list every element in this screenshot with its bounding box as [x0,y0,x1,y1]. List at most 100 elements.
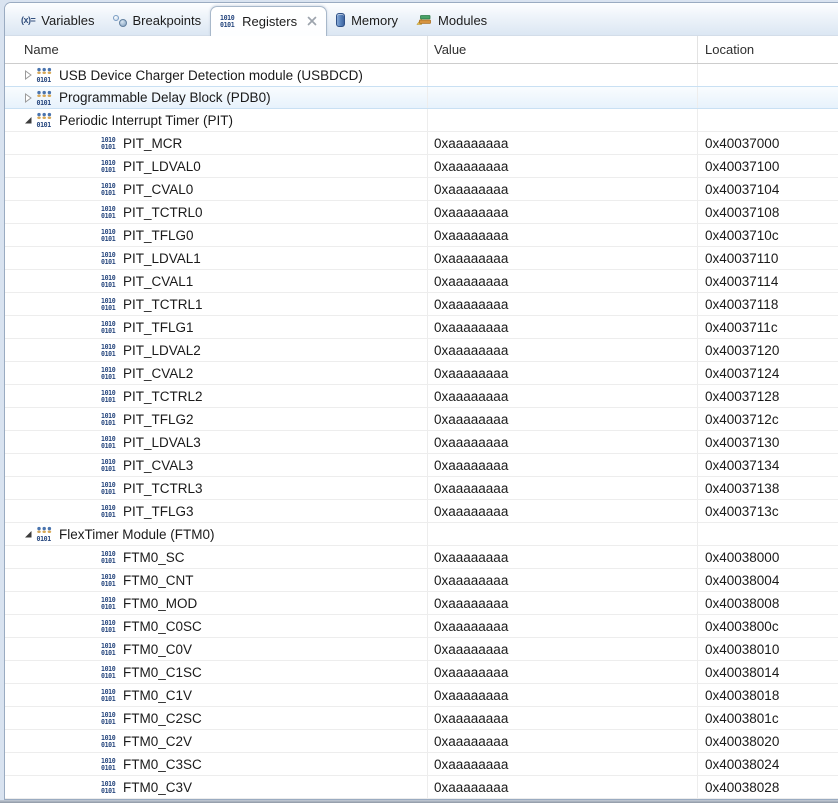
column-header-location[interactable]: Location [697,36,838,63]
value-cell[interactable]: 0xaaaaaaaa [427,431,697,453]
svg-text:0101: 0101 [101,373,116,381]
register-group-row[interactable]: 0101 Periodic Interrupt Timer (PIT) [5,109,838,132]
register-row[interactable]: 1010 0101 PIT_TFLG3 0xaaaaaaaa 0x4003713… [5,500,838,523]
register-row[interactable]: 1010 0101 PIT_TCTRL3 0xaaaaaaaa 0x400371… [5,477,838,500]
location-cell: 0x40037138 [697,477,838,499]
register-label: PIT_TCTRL0 [123,204,203,220]
value-cell[interactable]: 0xaaaaaaaa [427,201,697,223]
value-cell [427,109,697,131]
svg-text:0101: 0101 [101,787,116,795]
register-row[interactable]: 1010 0101 PIT_TFLG1 0xaaaaaaaa 0x4003711… [5,316,838,339]
value-cell[interactable]: 0xaaaaaaaa [427,776,697,798]
tab-close-icon[interactable] [307,16,317,26]
register-row[interactable]: 1010 0101 FTM0_C2SC 0xaaaaaaaa 0x4003801… [5,707,838,730]
tab-label: Variables [41,12,95,28]
register-row[interactable]: 1010 0101 PIT_LDVAL0 0xaaaaaaaa 0x400371… [5,155,838,178]
register-row[interactable]: 1010 0101 PIT_CVAL2 0xaaaaaaaa 0x4003712… [5,362,838,385]
name-cell: 1010 0101 FTM0_C3SC [5,753,427,775]
register-row[interactable]: 1010 0101 FTM0_C3SC 0xaaaaaaaa 0x4003802… [5,753,838,776]
register-row[interactable]: 1010 0101 PIT_CVAL0 0xaaaaaaaa 0x4003710… [5,178,838,201]
value-cell[interactable]: 0xaaaaaaaa [427,569,697,591]
register-row[interactable]: 1010 0101 PIT_LDVAL3 0xaaaaaaaa 0x400371… [5,431,838,454]
value-cell[interactable]: 0xaaaaaaaa [427,615,697,637]
register-row[interactable]: 1010 0101 PIT_TCTRL0 0xaaaaaaaa 0x400371… [5,201,838,224]
value-cell[interactable]: 0xaaaaaaaa [427,178,697,200]
value-cell[interactable]: 0xaaaaaaaa [427,546,697,568]
svg-text:0101: 0101 [37,121,52,128]
value-cell[interactable]: 0xaaaaaaaa [427,247,697,269]
value-cell[interactable]: 0xaaaaaaaa [427,293,697,315]
value-cell[interactable]: 0xaaaaaaaa [427,592,697,614]
register-icon: 1010 0101 [101,319,117,335]
tab-variables[interactable]: (x)= Variables [12,8,104,35]
register-row[interactable]: 1010 0101 FTM0_C3V 0xaaaaaaaa 0x40038028 [5,776,838,799]
value-cell[interactable]: 0xaaaaaaaa [427,477,697,499]
name-cell: 1010 0101 PIT_TFLG2 [5,408,427,430]
value-cell[interactable]: 0xaaaaaaaa [427,753,697,775]
svg-text:0101: 0101 [101,350,116,358]
register-row[interactable]: 1010 0101 PIT_MCR 0xaaaaaaaa 0x40037000 [5,132,838,155]
tab-registers[interactable]: 1010 0101 Registers [210,6,328,36]
register-row[interactable]: 1010 0101 PIT_LDVAL1 0xaaaaaaaa 0x400371… [5,247,838,270]
name-cell: 1010 0101 PIT_LDVAL2 [5,339,427,361]
register-row[interactable]: 1010 0101 PIT_TFLG0 0xaaaaaaaa 0x4003710… [5,224,838,247]
register-row[interactable]: 1010 0101 PIT_TFLG2 0xaaaaaaaa 0x4003712… [5,408,838,431]
tree-expander[interactable] [20,109,36,131]
value-cell[interactable]: 0xaaaaaaaa [427,454,697,476]
register-icon: 1010 0101 [101,664,117,680]
register-row[interactable]: 1010 0101 FTM0_C1V 0xaaaaaaaa 0x40038018 [5,684,838,707]
tree-expander[interactable] [20,64,36,86]
value-cell[interactable]: 0xaaaaaaaa [427,661,697,683]
register-group-row[interactable]: 0101 USB Device Charger Detection module… [5,64,838,87]
register-label: PIT_LDVAL0 [123,158,201,174]
value-cell[interactable]: 0xaaaaaaaa [427,638,697,660]
value-cell[interactable]: 0xaaaaaaaa [427,224,697,246]
register-row[interactable]: 1010 0101 PIT_LDVAL2 0xaaaaaaaa 0x400371… [5,339,838,362]
register-row[interactable]: 1010 0101 FTM0_CNT 0xaaaaaaaa 0x40038004 [5,569,838,592]
register-icon: 1010 0101 [101,434,117,450]
register-icon: 1010 0101 [101,296,117,312]
svg-text:0101: 0101 [37,76,52,83]
value-cell[interactable]: 0xaaaaaaaa [427,270,697,292]
register-row[interactable]: 1010 0101 PIT_CVAL1 0xaaaaaaaa 0x4003711… [5,270,838,293]
register-row[interactable]: 1010 0101 FTM0_MOD 0xaaaaaaaa 0x40038008 [5,592,838,615]
name-cell: 1010 0101 FTM0_CNT [5,569,427,591]
value-cell[interactable]: 0xaaaaaaaa [427,500,697,522]
register-row[interactable]: 1010 0101 FTM0_SC 0xaaaaaaaa 0x40038000 [5,546,838,569]
column-header-value[interactable]: Value [427,36,697,63]
register-row[interactable]: 1010 0101 FTM0_C0SC 0xaaaaaaaa 0x4003800… [5,615,838,638]
value-cell[interactable]: 0xaaaaaaaa [427,339,697,361]
register-row[interactable]: 1010 0101 PIT_TCTRL1 0xaaaaaaaa 0x400371… [5,293,838,316]
register-row[interactable]: 1010 0101 FTM0_C0V 0xaaaaaaaa 0x40038010 [5,638,838,661]
register-row[interactable]: 1010 0101 FTM0_C1SC 0xaaaaaaaa 0x4003801… [5,661,838,684]
value-cell[interactable]: 0xaaaaaaaa [427,155,697,177]
column-header-name[interactable]: Name [5,36,427,63]
svg-text:0101: 0101 [101,419,116,427]
register-label: PIT_TCTRL1 [123,296,203,312]
svg-text:0101: 0101 [101,396,116,404]
register-label: PIT_TCTRL2 [123,388,203,404]
tab-breakpoints[interactable]: Breakpoints [104,8,211,35]
location-cell: 0x40037130 [697,431,838,453]
tree-expander[interactable] [20,523,36,545]
value-cell[interactable]: 0xaaaaaaaa [427,707,697,729]
value-cell[interactable]: 0xaaaaaaaa [427,730,697,752]
value-cell[interactable]: 0xaaaaaaaa [427,362,697,384]
location-cell: 0x40038020 [697,730,838,752]
tree-expander[interactable] [20,87,36,108]
location-cell [697,109,838,131]
register-group-row[interactable]: 0101 FlexTimer Module (FTM0) [5,523,838,546]
register-group-row[interactable]: 0101 Programmable Delay Block (PDB0) [5,86,838,109]
tab-memory[interactable]: Memory [327,8,407,35]
value-cell[interactable]: 0xaaaaaaaa [427,132,697,154]
register-row[interactable]: 1010 0101 PIT_TCTRL2 0xaaaaaaaa 0x400371… [5,385,838,408]
value-cell[interactable]: 0xaaaaaaaa [427,316,697,338]
value-cell[interactable]: 0xaaaaaaaa [427,684,697,706]
svg-text:0101: 0101 [101,649,116,657]
register-row[interactable]: 1010 0101 PIT_CVAL3 0xaaaaaaaa 0x4003713… [5,454,838,477]
location-cell: 0x40038024 [697,753,838,775]
register-row[interactable]: 1010 0101 FTM0_C2V 0xaaaaaaaa 0x40038020 [5,730,838,753]
value-cell[interactable]: 0xaaaaaaaa [427,385,697,407]
value-cell[interactable]: 0xaaaaaaaa [427,408,697,430]
tab-modules[interactable]: Modules [407,8,496,35]
